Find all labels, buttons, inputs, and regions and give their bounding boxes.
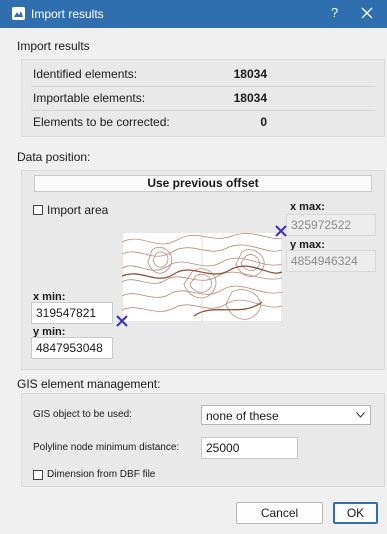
app-logo-icon bbox=[12, 7, 25, 20]
import-results-heading: Import results bbox=[17, 39, 90, 53]
import-results-dialog: Import results ? Import results Identifi… bbox=[0, 0, 387, 534]
gis-object-select[interactable]: none of these bbox=[201, 405, 371, 425]
import-area-checkbox[interactable] bbox=[33, 205, 43, 215]
importable-elements-value: 18034 bbox=[233, 91, 267, 105]
chevron-down-icon bbox=[356, 412, 365, 418]
x-max-label: x max: bbox=[290, 201, 325, 213]
identified-elements-value: 18034 bbox=[233, 67, 267, 81]
elements-to-correct-label: Elements to be corrected: bbox=[33, 115, 170, 129]
data-position-heading: Data position: bbox=[17, 150, 91, 164]
ok-button[interactable]: OK bbox=[333, 502, 378, 524]
dbf-dimension-label: Dimension from DBF file bbox=[47, 469, 156, 480]
polyline-distance-field[interactable] bbox=[201, 437, 298, 459]
title-bar: Import results ? bbox=[0, 0, 387, 28]
gis-management-heading: GIS element management: bbox=[17, 377, 161, 391]
help-button[interactable]: ? bbox=[331, 5, 338, 20]
topographic-map-preview bbox=[122, 232, 282, 322]
gis-object-selected-value: none of these bbox=[206, 409, 279, 423]
import-results-box: Identified elements: 18034 Importable el… bbox=[21, 59, 385, 137]
dbf-dimension-checkbox[interactable] bbox=[33, 470, 43, 480]
cancel-button[interactable]: Cancel bbox=[236, 502, 323, 524]
window-title: Import results bbox=[31, 7, 104, 21]
row-divider bbox=[31, 110, 375, 111]
y-max-field[interactable] bbox=[286, 250, 376, 272]
importable-elements-label: Importable elements: bbox=[33, 91, 146, 105]
y-min-field[interactable] bbox=[31, 337, 113, 359]
x-min-field[interactable] bbox=[31, 302, 113, 324]
use-previous-offset-button[interactable]: Use previous offset bbox=[34, 175, 372, 192]
elements-to-correct-value: 0 bbox=[260, 115, 267, 129]
row-divider bbox=[31, 86, 375, 87]
x-max-field[interactable] bbox=[286, 214, 376, 236]
polyline-distance-label: Polyline node minimum distance: bbox=[33, 442, 180, 453]
gis-management-box: GIS object to be used: none of these Pol… bbox=[21, 393, 385, 487]
max-corner-marker-icon bbox=[275, 225, 287, 237]
min-corner-marker-icon bbox=[116, 315, 128, 327]
gis-object-label: GIS object to be used: bbox=[33, 409, 132, 420]
import-area-label: Import area bbox=[47, 203, 109, 217]
data-position-box: Use previous offset Import area x max: y… bbox=[21, 170, 385, 370]
identified-elements-label: Identified elements: bbox=[33, 67, 138, 81]
close-icon[interactable] bbox=[357, 4, 377, 22]
